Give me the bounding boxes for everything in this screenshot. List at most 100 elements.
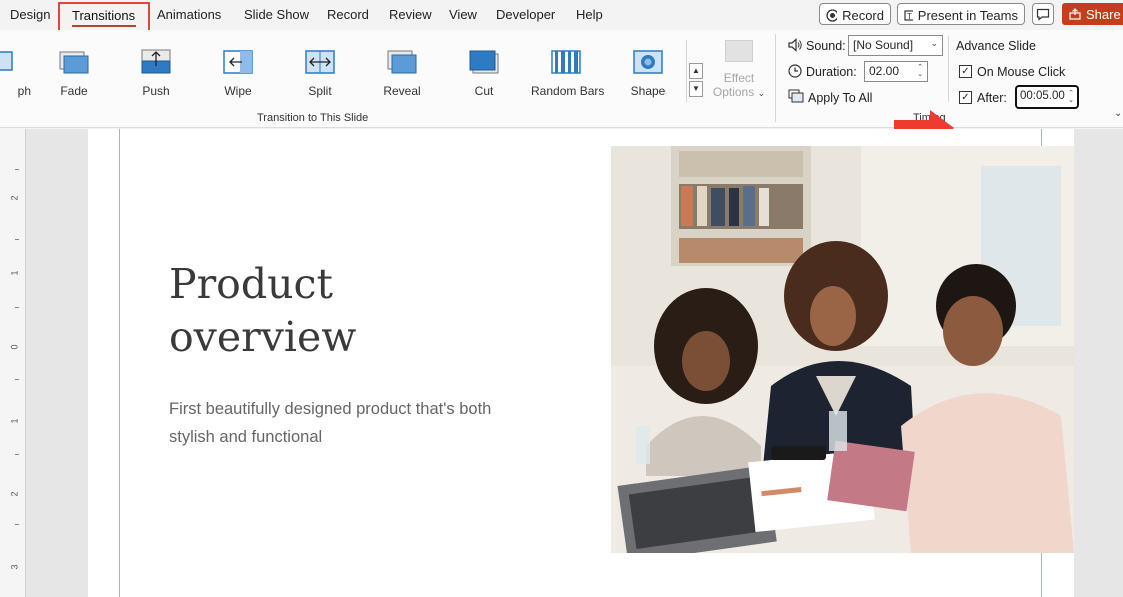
duration-value: 02.00 xyxy=(869,64,900,78)
sound-value: [No Sound] xyxy=(853,38,914,52)
collapse-ribbon-chevron-icon[interactable]: ⌄ xyxy=(1114,108,1122,119)
left-guide-line xyxy=(119,129,120,597)
share-button[interactable]: Share xyxy=(1062,3,1123,25)
split-icon xyxy=(304,48,336,76)
effect-options-button[interactable]: Effect Options ⌄ xyxy=(711,40,767,99)
slide-photo[interactable] xyxy=(611,146,1074,553)
present-in-teams-label: Present in Teams xyxy=(917,7,1018,23)
gallery-more[interactable]: ▼ xyxy=(689,81,703,97)
tab-transitions[interactable]: Transitions xyxy=(58,2,150,32)
after-time-spinner[interactable]: 00:05.00 ⌃ ⌄ xyxy=(1015,85,1079,109)
gallery-divider xyxy=(686,40,687,102)
after-label: After: xyxy=(977,91,1007,105)
effect-options-icon xyxy=(725,40,753,62)
svg-text:T: T xyxy=(907,12,912,21)
after-spin-arrows-icon[interactable]: ⌃ ⌄ xyxy=(1068,90,1074,104)
sound-label: Sound: xyxy=(806,39,846,53)
vertical-ruler: 2 1 0 1 2 3 xyxy=(0,129,26,597)
share-button-label: Share xyxy=(1086,6,1121,22)
transition-push[interactable]: Push xyxy=(121,48,191,98)
transition-shape-label: Shape xyxy=(630,84,666,98)
shape-icon xyxy=(632,48,664,76)
tab-help[interactable]: Help xyxy=(576,7,603,22)
active-tab-underline xyxy=(72,25,136,27)
on-mouse-click-checkbox[interactable]: ✓ xyxy=(959,65,972,78)
sound-dropdown[interactable]: [No Sound] ⌄ xyxy=(848,35,943,56)
slide-title-line-1: Product xyxy=(169,260,333,308)
sound-icon xyxy=(788,38,802,52)
tab-view[interactable]: View xyxy=(449,7,477,22)
gallery-scroll-up[interactable]: ▲ xyxy=(689,63,703,79)
tab-review[interactable]: Review xyxy=(389,7,432,22)
slide-title-line-2: overview xyxy=(169,313,357,361)
tab-slide-show[interactable]: Slide Show xyxy=(244,7,309,22)
effect-options-caret-icon: ⌄ xyxy=(757,88,766,98)
transition-cut[interactable]: Cut xyxy=(449,48,519,98)
after-time-value: 00:05.00 xyxy=(1020,90,1065,102)
comment-icon xyxy=(1036,8,1050,21)
duration-label: Duration: xyxy=(806,65,857,79)
morph-icon xyxy=(0,48,16,76)
comments-button[interactable] xyxy=(1032,3,1054,25)
ruler-number: 2 xyxy=(9,491,20,497)
transitions-ribbon: ph Fade Push Wipe Split Reveal Cut Rando… xyxy=(0,30,1123,146)
ruler-number: 2 xyxy=(9,195,20,201)
transition-reveal[interactable]: Reveal xyxy=(367,48,437,98)
transition-cut-label: Cut xyxy=(474,84,494,98)
push-icon xyxy=(140,48,172,76)
sound-dropdown-caret-icon: ⌄ xyxy=(930,38,938,48)
tab-animations[interactable]: Animations xyxy=(157,7,221,22)
duration-spinner[interactable]: 02.00 ⌃ ⌄ xyxy=(864,61,928,82)
apply-to-all-button[interactable]: Apply To All xyxy=(808,91,872,105)
advance-slide-label: Advance Slide xyxy=(956,39,1036,53)
check-icon: ✓ xyxy=(961,92,970,103)
transition-split-label: Split xyxy=(308,84,332,98)
transition-shape[interactable]: Shape xyxy=(613,48,683,98)
transition-random-bars-label: Random Bars xyxy=(531,84,605,98)
transition-push-label: Push xyxy=(142,84,170,98)
effect-options-label-2: Options ⌄ xyxy=(712,85,766,99)
random-bars-icon xyxy=(550,48,582,76)
ruler-number: 3 xyxy=(9,564,20,570)
transition-morph-label: ph xyxy=(17,84,31,98)
transition-morph[interactable]: ph xyxy=(0,48,35,98)
gallery-scroll: ▲ ▼ xyxy=(689,63,705,99)
tab-developer[interactable]: Developer xyxy=(496,7,555,22)
duration-clock-icon xyxy=(788,64,802,78)
duration-spin-arrows-icon[interactable]: ⌃ ⌄ xyxy=(917,64,923,79)
slide-title[interactable]: Product overview xyxy=(169,258,356,364)
cut-icon xyxy=(468,48,500,76)
transition-random-bars[interactable]: Random Bars xyxy=(531,48,605,98)
transition-fade-label: Fade xyxy=(60,84,88,98)
transition-wipe-label: Wipe xyxy=(224,84,252,98)
tab-record[interactable]: Record xyxy=(327,7,369,22)
effect-options-label-1: Effect xyxy=(723,71,755,85)
reveal-icon xyxy=(386,48,418,76)
transition-fade[interactable]: Fade xyxy=(39,48,109,98)
tab-design[interactable]: Design xyxy=(10,7,50,22)
ribbon-tab-bar: Design Transitions Animations Slide Show… xyxy=(0,0,1123,32)
teams-icon: T xyxy=(904,9,913,21)
slide-subtitle[interactable]: First beautifully designed product that'… xyxy=(169,395,529,451)
timing-separator xyxy=(948,36,949,102)
after-checkbox[interactable]: ✓ xyxy=(959,91,972,104)
apply-to-all-icon xyxy=(788,89,804,103)
transition-wipe[interactable]: Wipe xyxy=(203,48,273,98)
transition-reveal-label: Reveal xyxy=(383,84,421,98)
group-separator xyxy=(775,34,776,122)
ruler-number: 0 xyxy=(9,344,20,350)
present-in-teams-button[interactable]: T Present in Teams xyxy=(897,3,1025,25)
share-icon xyxy=(1069,8,1081,20)
ruler-number: 1 xyxy=(9,418,20,424)
check-icon: ✓ xyxy=(961,66,970,77)
transition-split[interactable]: Split xyxy=(285,48,355,98)
record-button-label: Record xyxy=(842,7,884,23)
on-mouse-click-label: On Mouse Click xyxy=(977,65,1066,79)
record-icon xyxy=(826,8,838,22)
record-button[interactable]: Record xyxy=(819,3,891,25)
ruler-number: 1 xyxy=(9,270,20,276)
group-label-transition: Transition to This Slide xyxy=(257,112,369,124)
fade-icon xyxy=(58,48,90,76)
tab-transitions-label: Transitions xyxy=(72,8,136,23)
wipe-icon xyxy=(222,48,254,76)
